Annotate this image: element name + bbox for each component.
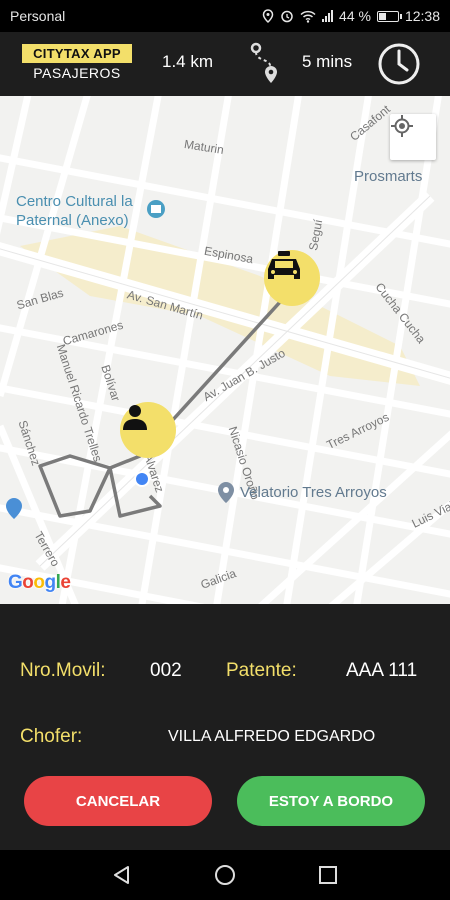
status-icons: 44 % 12:38 [262, 8, 440, 24]
taxi-marker[interactable] [264, 250, 320, 306]
alarm-icon [281, 10, 293, 23]
recents-button[interactable] [313, 860, 343, 890]
brand-name: CITYTAX APP [22, 44, 132, 63]
recents-icon [319, 866, 338, 884]
passenger-marker[interactable] [120, 402, 176, 458]
clock-icon[interactable] [376, 42, 422, 86]
signal-icon [322, 10, 334, 22]
back-button[interactable] [107, 860, 137, 890]
google-logo: Google [8, 572, 71, 593]
clock-time: 12:38 [404, 8, 440, 24]
brand-subtitle: PASAJEROS [33, 65, 121, 81]
route-icon [250, 42, 277, 83]
plate-label: Patente: [226, 660, 297, 681]
carrier-name: Personal [10, 8, 66, 24]
trip-info-panel: Nro.Movil: 002 Patente: AAA 111 Chofer: … [0, 604, 450, 850]
poi-funeral-home[interactable]: Velatorio Tres Arroyos [240, 484, 387, 501]
on-board-button[interactable]: ESTOY A BORDO [237, 776, 425, 826]
plate-value: AAA 111 [346, 660, 418, 681]
location-icon [262, 9, 274, 23]
driver-value: VILLA ALFREDO EDGARDO [168, 728, 376, 745]
person-icon [123, 405, 147, 430]
my-location-icon [391, 115, 413, 137]
driver-label: Chofer: [20, 726, 83, 747]
movil-label: Nro.Movil: [20, 660, 106, 681]
taxi-icon [268, 251, 300, 279]
trip-distance: 1.4 km [162, 52, 214, 71]
status-bar: Personal 44 % 12:38 [0, 0, 450, 32]
poi-cultural-center[interactable]: Centro Cultural la Paternal (Anexo) [16, 192, 156, 230]
cancel-button[interactable]: CANCELAR [24, 776, 212, 826]
trip-eta: 5 mins [302, 52, 353, 71]
battery-percent: 44 % [339, 8, 371, 24]
home-icon [214, 865, 235, 885]
home-button[interactable] [210, 860, 240, 890]
movil-value: 002 [150, 660, 182, 681]
poi-store[interactable]: Prosmarts [354, 168, 422, 185]
system-navigation-bar [0, 850, 450, 900]
brand: CITYTAX APP PASAJEROS [22, 44, 132, 81]
map-view[interactable]: Maturin Espinosa Av. San Martín San Blas… [0, 96, 450, 604]
my-location-button[interactable] [390, 114, 436, 160]
battery-level [378, 12, 387, 20]
wifi-icon [300, 10, 316, 23]
app-header: CITYTAX APP PASAJEROS 1.4 km 5 mins [0, 32, 450, 96]
battery-icon [376, 10, 402, 22]
back-icon [113, 866, 129, 884]
